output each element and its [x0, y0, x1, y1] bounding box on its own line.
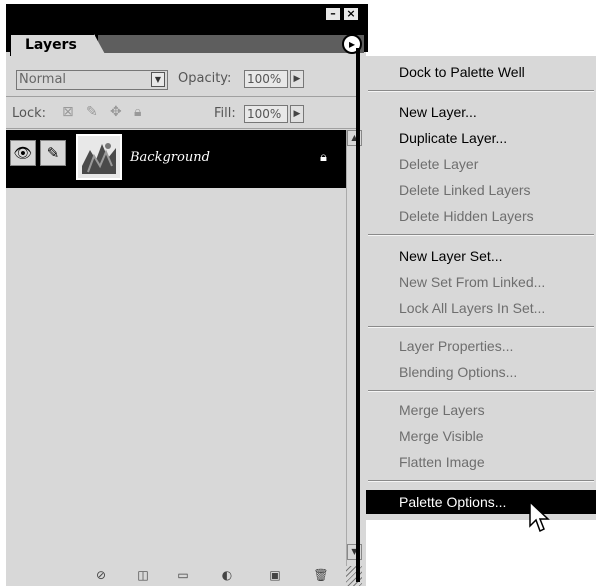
menu-item-new-layer-set[interactable]: New Layer Set... — [366, 244, 596, 268]
fill-label: Fill: — [214, 106, 236, 121]
menu-item-label: Palette Options... — [399, 494, 507, 510]
trash-icon[interactable]: 🗑︎ — [312, 568, 330, 584]
tab-strip — [98, 34, 364, 53]
menu-item-merge-visible: Merge Visible — [366, 424, 596, 448]
menu-item-merge-layers: Merge Layers — [366, 398, 596, 422]
menu-separator — [368, 326, 594, 328]
layer-row-background[interactable]: 👁︎ ✎ Background 🔒︎ — [6, 130, 346, 188]
tab-layers-label: Layers — [25, 37, 77, 53]
menu-item-flatten-image: Flatten Image — [366, 450, 596, 474]
menu-item-dock-to-palette-well[interactable]: Dock to Palette Well — [366, 60, 596, 84]
close-icon[interactable]: × — [344, 8, 358, 20]
tab-slant — [94, 34, 106, 56]
lock-transparent-pixels-icon[interactable]: ⊠ — [62, 104, 74, 120]
opacity-slider-arrow-icon[interactable]: ▶ — [290, 70, 304, 88]
menu-item-new-layer[interactable]: New Layer... — [366, 100, 596, 124]
menu-item-label: Lock All Layers In Set... — [399, 300, 546, 316]
divider — [6, 128, 358, 129]
menu-separator — [368, 480, 594, 482]
fill-field[interactable]: 100% — [244, 105, 288, 123]
eye-icon[interactable]: 👁︎ — [10, 140, 36, 166]
fill-value: 100% — [247, 107, 282, 121]
layer-name: Background — [130, 150, 210, 165]
lock-label: Lock: — [12, 106, 47, 121]
menu-item-label: Flatten Image — [399, 454, 485, 470]
fill-slider-arrow-icon[interactable]: ▶ — [290, 105, 304, 123]
new-layer-icon[interactable]: ▣ — [266, 568, 284, 584]
menu-separator — [368, 90, 594, 92]
menu-separator — [368, 234, 594, 236]
minimize-icon[interactable]: – — [326, 8, 340, 20]
menu-item-label: New Layer Set... — [399, 248, 503, 264]
divider — [6, 96, 358, 97]
menu-item-delete-layer: Delete Layer — [366, 152, 596, 176]
lock-image-pixels-icon[interactable]: ✎ — [86, 104, 98, 120]
menu-item-label: Dock to Palette Well — [399, 64, 525, 80]
brush-icon[interactable]: ✎ — [40, 140, 66, 166]
palette-border — [356, 48, 360, 582]
menu-item-lock-all-layers-in-set: Lock All Layers In Set... — [366, 296, 596, 320]
thumbnail-image — [78, 136, 120, 178]
opacity-label: Opacity: — [178, 71, 232, 86]
menu-item-label: Blending Options... — [399, 364, 518, 380]
menu-item-delete-hidden-layers: Delete Hidden Layers — [366, 204, 596, 228]
new-layer-set-icon[interactable]: ▭ — [174, 568, 192, 584]
blend-mode-value: Normal — [19, 72, 67, 87]
menu-item-new-set-from-linked: New Set From Linked... — [366, 270, 596, 294]
menu-item-blending-options: Blending Options... — [366, 360, 596, 384]
palette-flyout-menu: Dock to Palette Well New Layer... Duplic… — [366, 56, 596, 520]
menu-item-label: Delete Layer — [399, 156, 479, 172]
menu-item-label: New Layer... — [399, 104, 477, 120]
menu-item-duplicate-layer[interactable]: Duplicate Layer... — [366, 126, 596, 150]
opacity-value: 100% — [247, 72, 282, 86]
chevron-down-icon[interactable]: ▼ — [151, 72, 165, 87]
adjustment-layer-icon[interactable]: ◐ — [218, 568, 236, 584]
menu-item-label: Merge Visible — [399, 428, 484, 444]
mouse-pointer-icon — [529, 500, 550, 533]
layer-thumbnail — [76, 134, 122, 180]
lock-position-icon[interactable]: ✥ — [110, 104, 122, 120]
menu-item-label: Delete Linked Layers — [399, 182, 531, 198]
menu-item-label: New Set From Linked... — [399, 274, 546, 290]
layers-palette: – × Layers ▸ Normal ▼ Opacity: 100% ▶ Lo… — [6, 4, 368, 586]
menu-separator — [368, 390, 594, 392]
lock-icon: 🔒︎ — [320, 150, 327, 165]
layer-style-icon[interactable]: ⊘ — [92, 568, 110, 584]
menu-item-label: Layer Properties... — [399, 338, 514, 354]
blend-mode-select[interactable]: Normal ▼ — [16, 70, 168, 90]
menu-item-layer-properties: Layer Properties... — [366, 334, 596, 358]
opacity-field[interactable]: 100% — [244, 70, 288, 88]
layer-mask-icon[interactable]: ◫ — [134, 568, 152, 584]
menu-item-palette-options[interactable]: Palette Options... — [366, 490, 596, 514]
menu-item-label: Merge Layers — [399, 402, 485, 418]
layers-bottom-toolbar: ⊘ ◫ ▭ ◐ ▣ 🗑︎ — [6, 566, 362, 586]
menu-item-label: Delete Hidden Layers — [399, 208, 534, 224]
menu-item-delete-linked-layers: Delete Linked Layers — [366, 178, 596, 202]
lock-all-icon[interactable]: 🔒︎ — [134, 104, 141, 120]
tab-layers[interactable]: Layers — [10, 34, 96, 56]
menu-item-label: Duplicate Layer... — [399, 130, 508, 146]
